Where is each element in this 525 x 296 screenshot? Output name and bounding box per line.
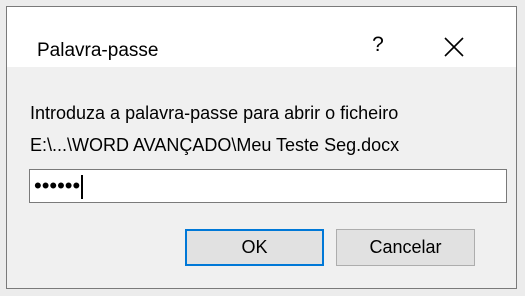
prompt-message: Introduza a palavra-passe para abrir o f… (30, 103, 399, 123)
close-button[interactable] (431, 25, 477, 69)
ok-button[interactable]: OK (185, 229, 324, 266)
password-input[interactable]: •••••• (29, 169, 507, 203)
dialog-titlebar: Palavra-passe ? (7, 7, 516, 67)
file-path: E:\...\WORD AVANÇADO\Meu Teste Seg.docx (30, 135, 400, 155)
text-caret (81, 175, 84, 200)
password-dialog: Palavra-passe ? Introduza a palavra-pass… (6, 6, 517, 289)
cancel-button[interactable]: Cancelar (336, 229, 475, 266)
dialog-title: Palavra-passe (37, 40, 159, 61)
password-field-content: •••••• (34, 173, 84, 200)
password-masked-value: •••••• (34, 173, 81, 198)
help-button[interactable]: ? (355, 23, 401, 67)
close-icon (444, 37, 464, 57)
